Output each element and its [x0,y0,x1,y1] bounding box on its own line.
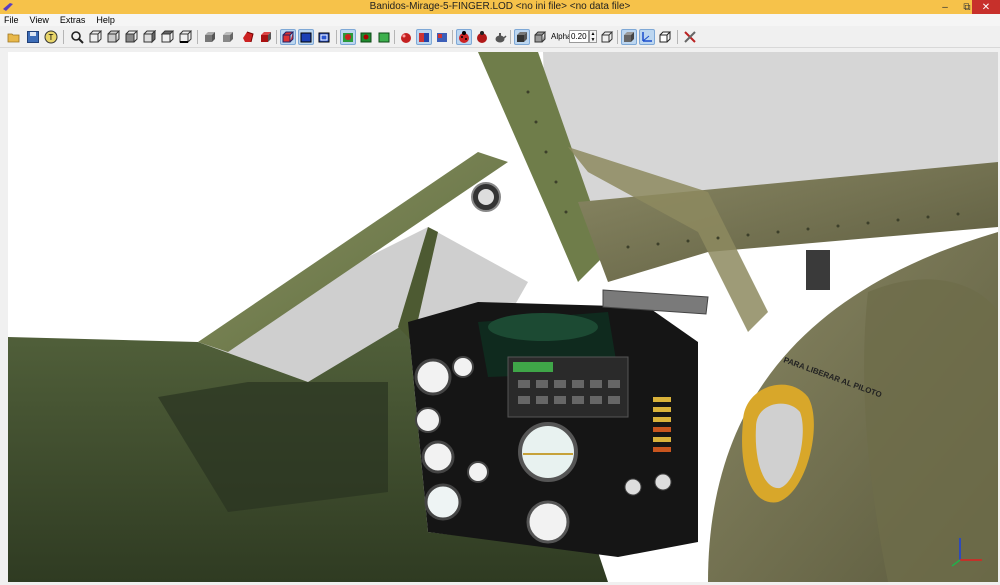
open-folder-icon[interactable] [6,29,22,45]
menu-file[interactable]: File [4,14,19,26]
svg-text:T: T [49,33,54,42]
alpha-spinner[interactable]: ▲ ▼ [589,30,597,43]
menu-help[interactable]: Help [96,14,115,26]
cube-top-icon[interactable] [159,29,175,45]
tools-icon[interactable] [682,29,698,45]
gray-teapot-icon[interactable] [492,29,508,45]
red-sphere-icon[interactable] [240,29,256,45]
menu-bar: File View Extras Help [0,14,1000,26]
red-cube-icon[interactable] [258,29,274,45]
solid-gray-cube-2-icon[interactable] [220,29,236,45]
ejection-handle [806,250,830,290]
cube-back-icon[interactable] [105,29,121,45]
wire-box-icon[interactable] [532,29,548,45]
alpha-cube-icon[interactable] [621,29,637,45]
blue-texture-cube-icon[interactable] [434,29,450,45]
zoom-icon[interactable] [69,29,85,45]
toolbar: T Alpha: 0.20 ▲ ▼ [0,26,1000,48]
hud-glass [488,313,598,341]
menu-extras[interactable]: Extras [60,14,86,26]
minimize-icon[interactable]: – [934,0,956,14]
green-cube-2-icon[interactable] [376,29,392,45]
close-icon[interactable]: ✕ [972,0,1000,14]
cube-right-icon[interactable] [141,29,157,45]
green-refresh-icon[interactable] [340,29,356,45]
blue-wire-cube-icon[interactable] [316,29,332,45]
alpha-input[interactable]: 0.20 [569,30,589,43]
menu-view[interactable]: View [30,14,49,26]
red-ladybug-icon[interactable] [456,29,472,45]
axes-icon[interactable] [639,29,655,45]
text-tool-icon[interactable]: T [43,29,59,45]
green-cube-icon[interactable] [358,29,374,45]
solid-gray-cube-icon[interactable] [202,29,218,45]
cube-front-icon[interactable] [87,29,103,45]
red-bug-icon[interactable] [474,29,490,45]
red-sphere-shaded-icon[interactable] [398,29,414,45]
cube-bottom-icon[interactable] [177,29,193,45]
blue-cube-icon[interactable] [298,29,314,45]
title-bar: Banidos-Mirage-5-FINGER.LOD <no ini file… [0,0,1000,14]
axis-gizmo-icon [951,538,982,567]
window-title: Banidos-Mirage-5-FINGER.LOD <no ini file… [369,1,631,12]
wire-red-cube-icon[interactable] [280,29,296,45]
solid-box-icon[interactable] [514,29,530,45]
box-outline-icon[interactable] [657,29,673,45]
cockpit-scene: PARA LIBERAR AL PILOTO [8,52,998,582]
texture-cube-icon[interactable] [416,29,432,45]
3d-viewport[interactable]: PARA LIBERAR AL PILOTO [8,52,998,582]
transparent-cube-icon[interactable] [599,29,615,45]
save-icon[interactable] [25,29,41,45]
cube-left-icon[interactable] [123,29,139,45]
